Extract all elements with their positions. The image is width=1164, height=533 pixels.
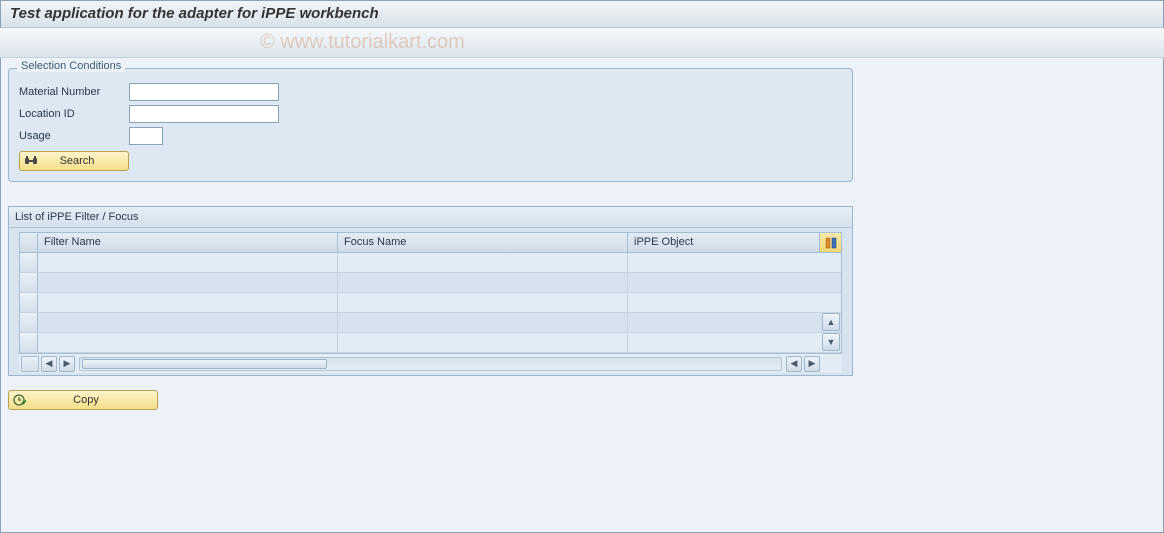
- scroll-up-button[interactable]: ▲: [822, 313, 840, 331]
- triangle-right-icon: ▶: [809, 359, 816, 368]
- column-header-ippe-object[interactable]: iPPE Object: [628, 233, 819, 252]
- scroll-right-page-button[interactable]: ◀: [786, 356, 802, 372]
- alv-select-all-cell[interactable]: [20, 233, 38, 252]
- horizontal-scrollbar[interactable]: ◀ ▶ ◀ ▶: [19, 353, 842, 373]
- scroll-down-button[interactable]: ▼: [822, 333, 840, 351]
- page-title-bar: Test application for the adapter for iPP…: [0, 0, 1164, 28]
- page-title: Test application for the adapter for iPP…: [10, 5, 379, 22]
- location-id-row: Location ID: [19, 105, 842, 123]
- material-number-row: Material Number: [19, 83, 842, 101]
- content-area: Selection Conditions Material Number Loc…: [0, 58, 1164, 420]
- copy-button-label: Copy: [25, 394, 147, 406]
- table-row[interactable]: [20, 313, 841, 333]
- column-header-focus-name[interactable]: Focus Name: [338, 233, 628, 252]
- column-header-filter-name[interactable]: Filter Name: [38, 233, 338, 252]
- selection-conditions-title: Selection Conditions: [17, 60, 125, 72]
- cell-ippe-object: [628, 253, 819, 272]
- copy-button[interactable]: Copy: [8, 390, 158, 410]
- table-row[interactable]: [20, 333, 841, 353]
- location-id-input[interactable]: [129, 105, 279, 123]
- triangle-down-icon: ▼: [827, 338, 836, 347]
- vertical-scrollbar[interactable]: ▲ ▼: [822, 255, 842, 351]
- alv-grid: Filter Name Focus Name iPPE Object: [9, 228, 852, 375]
- ippe-filter-focus-list: List of iPPE Filter / Focus Filter Name …: [8, 206, 853, 376]
- location-id-label: Location ID: [19, 108, 129, 120]
- cell-focus-name: [338, 253, 628, 272]
- usage-input[interactable]: [129, 127, 163, 145]
- usage-row: Usage: [19, 127, 842, 145]
- watermark-text: © www.tutorialkart.com: [260, 31, 465, 54]
- triangle-left-icon: ◀: [46, 359, 53, 368]
- row-selector[interactable]: [20, 313, 38, 332]
- search-button-label: Search: [36, 155, 118, 167]
- table-config-icon: [825, 237, 837, 249]
- hscroll-thumb[interactable]: [82, 359, 327, 369]
- scroll-left-button[interactable]: ◀: [41, 356, 57, 372]
- search-button[interactable]: Search: [19, 151, 129, 171]
- table-row[interactable]: [20, 273, 841, 293]
- material-number-label: Material Number: [19, 86, 129, 98]
- row-selector[interactable]: [20, 293, 38, 312]
- alv-header-row: Filter Name Focus Name iPPE Object: [19, 232, 842, 253]
- scroll-right-button[interactable]: ▶: [804, 356, 820, 372]
- alv-column-config-button[interactable]: [819, 233, 841, 252]
- material-number-input[interactable]: [129, 83, 279, 101]
- row-selector[interactable]: [20, 273, 38, 292]
- application-toolbar: © www.tutorialkart.com: [0, 28, 1164, 58]
- row-selector[interactable]: [20, 333, 38, 352]
- scroll-left-page-button[interactable]: ▶: [59, 356, 75, 372]
- alv-body: [19, 253, 842, 353]
- triangle-up-icon: ▲: [827, 318, 836, 327]
- hscroll-corner: [21, 356, 39, 372]
- usage-label: Usage: [19, 130, 129, 142]
- row-selector[interactable]: [20, 253, 38, 272]
- alv-title: List of iPPE Filter / Focus: [9, 207, 852, 228]
- selection-conditions-group: Selection Conditions Material Number Loc…: [8, 68, 853, 182]
- table-row[interactable]: [20, 253, 841, 273]
- triangle-left-icon: ◀: [791, 359, 798, 368]
- table-row[interactable]: [20, 293, 841, 313]
- hscroll-track[interactable]: [79, 357, 782, 371]
- triangle-right-icon: ▶: [64, 359, 71, 368]
- cell-filter-name: [38, 253, 338, 272]
